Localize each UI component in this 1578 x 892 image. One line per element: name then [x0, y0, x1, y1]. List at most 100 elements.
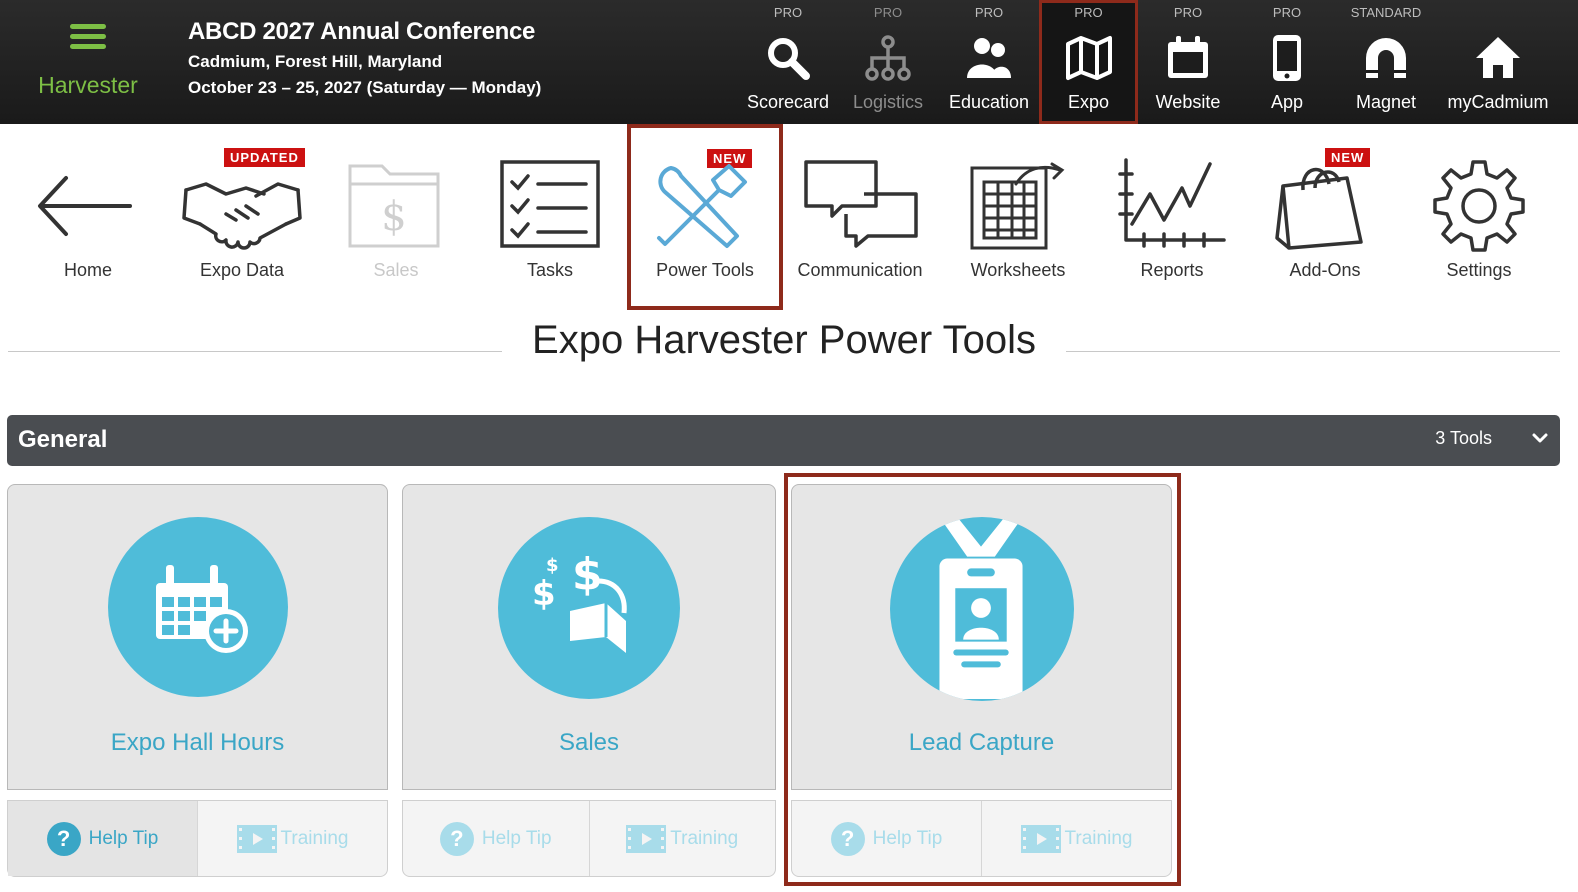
calendar-add-icon [155, 565, 248, 653]
subnav-settings[interactable]: Settings [1419, 124, 1539, 310]
tool-label: Sales [558, 729, 620, 756]
subnav-worksheets[interactable]: Worksheets [958, 124, 1078, 310]
tool-actions: ? Help Tip Training [402, 800, 776, 877]
subnav-label: Power Tools [656, 260, 754, 280]
question-icon: ? [439, 821, 474, 856]
topnav-label: Education [948, 92, 1030, 112]
checklist-icon [500, 160, 600, 248]
page-title-row: Expo Harvester Power Tools [8, 318, 1560, 368]
topnav-education[interactable]: PRO Education [944, 0, 1034, 124]
tool-icon-circle: $ $ $ [498, 517, 680, 699]
subnav-label: Reports [1140, 260, 1204, 280]
topnav-app[interactable]: PRO App [1249, 0, 1325, 124]
top-header: Harvester ABCD 2027 Annual Conference Ca… [0, 0, 1578, 124]
tool-actions: ? Help Tip Training [7, 800, 388, 877]
people-icon [967, 38, 1011, 78]
svg-text:$: $ [546, 555, 559, 576]
subnav-label: Expo Data [199, 260, 285, 280]
help-tip-button[interactable]: ? Help Tip [8, 801, 197, 876]
chevron-down-icon[interactable] [1530, 428, 1550, 448]
video-icon [236, 824, 277, 853]
subnav-sales[interactable]: $ Sales [336, 124, 456, 310]
section-tool-count: 3 Tools [1435, 428, 1492, 448]
hamburger-menu-icon[interactable] [70, 24, 106, 49]
subnav-reports[interactable]: Reports [1112, 124, 1232, 310]
conference-dates: October 23 – 25, 2027 (Saturday — Monday… [188, 78, 542, 97]
dollar-folder-icon: $ [348, 164, 440, 248]
subnav-label: Add-Ons [1289, 260, 1361, 280]
svg-text:$: $ [572, 549, 603, 600]
subnav-add-ons[interactable]: NEW Add-Ons [1265, 124, 1385, 310]
training-label: Training [280, 827, 349, 849]
training-button[interactable]: Training [588, 801, 776, 876]
training-button[interactable]: Training [197, 801, 387, 876]
tier-label: PRO [873, 5, 903, 20]
back-arrow-icon [38, 176, 132, 236]
help-tip-button[interactable]: ? Help Tip [403, 801, 589, 876]
subnav-label: Sales [373, 260, 419, 280]
home-icon [1476, 37, 1520, 78]
tier-label: PRO [974, 5, 1004, 20]
subnav-label: Settings [1446, 260, 1512, 280]
tool-label: Expo Hall Hours [110, 729, 285, 756]
subnav-home[interactable]: Home [28, 124, 148, 310]
search-icon [768, 38, 810, 80]
topnav-label: Expo [1067, 92, 1110, 112]
video-icon [626, 824, 667, 853]
svg-text:$: $ [381, 194, 406, 240]
subnav-label: Tasks [526, 260, 573, 280]
svg-text:$: $ [532, 574, 556, 614]
spreadsheet-icon [970, 162, 1065, 250]
tool-icon-circle [107, 517, 288, 697]
tool-card-expo-hall-hours[interactable]: Expo Hall Hours [7, 484, 388, 790]
conference-location: Cadmium, Forest Hill, Maryland [188, 52, 443, 71]
wrench-hammer-icon [657, 164, 747, 248]
section-title: General [18, 426, 108, 453]
money-wallet-icon: $ $ $ [532, 549, 627, 653]
question-icon: ? [46, 821, 81, 856]
topnav-label: Website [1155, 92, 1221, 112]
brand-area[interactable]: Harvester [0, 0, 176, 124]
subnav-communication[interactable]: Communication [792, 124, 928, 310]
topnav-label: App [1270, 92, 1304, 112]
calendar-icon [1168, 36, 1208, 78]
map-icon [1065, 36, 1112, 80]
topnav-expo[interactable]: PRO Expo [1039, 0, 1138, 124]
magnet-icon [1366, 38, 1406, 78]
tier-label: PRO [1074, 5, 1103, 20]
tier-label: PRO [773, 5, 803, 20]
phone-icon [1273, 35, 1301, 81]
org-chart-icon [865, 35, 911, 81]
section-header-general[interactable]: General 3 Tools [7, 415, 1560, 466]
subnav-label: Worksheets [970, 260, 1066, 280]
subnav-expo-data[interactable]: UPDATED Expo Data [176, 124, 308, 310]
topnav-magnet[interactable]: STANDARD Magnet [1340, 0, 1432, 124]
topnav-label: Logistics [852, 92, 924, 112]
topnav-logistics[interactable]: PRO Logistics [845, 0, 931, 124]
line-chart-icon [1118, 158, 1226, 248]
tool-card-sales[interactable]: $ $ $ Sales [402, 484, 776, 790]
topnav-scorecard[interactable]: PRO Scorecard [740, 0, 836, 124]
topnav-mycadmium[interactable]: myCadmium [1440, 0, 1556, 124]
topnav-website[interactable]: PRO Website [1146, 0, 1230, 124]
training-label: Training [670, 827, 739, 849]
chat-bubbles-icon [804, 160, 918, 248]
tier-label: PRO [1272, 5, 1302, 20]
topnav-label: Scorecard [746, 92, 830, 112]
tier-label: PRO [1173, 5, 1203, 20]
help-tip-label: Help Tip [481, 827, 552, 849]
gear-icon [1433, 160, 1525, 252]
page-title: Expo Harvester Power Tools [532, 318, 1036, 362]
help-tip-label: Help Tip [88, 827, 159, 849]
shopping-bag-icon [1275, 167, 1363, 250]
handshake-icon [182, 182, 302, 250]
subnav-power-tools[interactable]: NEW Power Tools [627, 124, 783, 310]
topnav-label: Magnet [1355, 92, 1417, 112]
topnav-label: myCadmium [1447, 92, 1549, 112]
subnav-tasks[interactable]: Tasks [490, 124, 610, 310]
subnav-label: Home [63, 260, 112, 280]
tier-label: STANDARD [1350, 5, 1422, 20]
brand-name: Harvester [38, 72, 138, 98]
conference-title: ABCD 2027 Annual Conference [188, 18, 536, 45]
subnav-label: Communication [797, 260, 923, 280]
